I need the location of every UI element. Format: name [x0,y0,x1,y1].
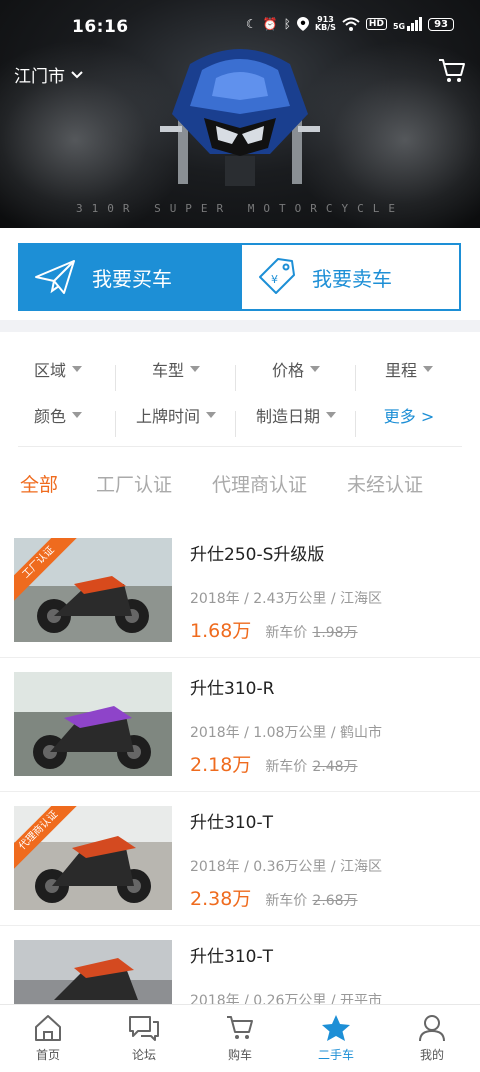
price-row: 2.38万 新车价 2.68万 [190,884,358,911]
triangle-down-icon [310,366,320,372]
divider [18,446,462,447]
price-row: 1.68万 新车价 1.98万 [190,616,358,643]
city-selector[interactable]: 江门市 [14,62,83,87]
more-filters-link[interactable]: 更多 > [356,403,462,427]
cart-icon[interactable] [438,58,466,84]
sell-car-label: 我要卖车 [312,266,392,291]
nav-buy[interactable]: 购车 [192,1005,288,1072]
new-price-value: 2.68万 [312,893,358,909]
nav-profile-label: 我的 [419,1048,444,1062]
triangle-down-icon [326,412,336,418]
tab-dealer-certified[interactable]: 代理商认证 [212,470,307,497]
triangle-down-icon [72,412,83,418]
city-label: 江门市 [14,67,65,87]
certification-tabs: 全部 工厂认证 代理商认证 未经认证 [0,466,480,500]
listing-title: 升仕310-T [190,813,273,833]
nav-buy-label: 购车 [227,1048,252,1062]
cart-icon [227,1016,253,1039]
tab-factory-certified[interactable]: 工厂认证 [96,470,172,497]
triangle-down-icon [190,366,200,372]
listing-price: 1.68万 [190,620,252,642]
nav-profile[interactable]: 我的 [384,1005,480,1072]
buy-sell-panel: 我要买车 ¥ 我要卖车 [18,243,461,311]
section-divider [0,320,480,332]
filter-manufacture-date[interactable]: 制造日期 [236,403,356,437]
price-tag-icon: ¥ [259,258,295,294]
listing-price: 2.18万 [190,754,252,776]
triangle-down-icon [206,412,216,418]
listing-list: 工厂认证 升仕250-S升级版 2018年 / 2.43万公里 / 江海区 1.… [0,524,480,1060]
new-price-label: 新车价 [265,625,308,641]
chevron-down-icon [71,70,83,78]
home-icon [35,1015,61,1041]
nav-used-cars[interactable]: 二手车 [288,1005,384,1072]
filter-type[interactable]: 车型 [116,357,236,391]
wifi-icon [342,17,360,31]
svg-text:¥: ¥ [271,273,278,286]
star-icon [322,1015,350,1041]
nav-used-cars-label: 二手车 [317,1048,354,1062]
triangle-down-icon [423,366,433,372]
filter-row: 颜色 上牌时间 制造日期 更多 > [18,392,462,438]
filter-area[interactable]: 区域 [18,357,116,391]
listing-title: 升仕310-T [190,947,273,967]
battery-indicator: 93 [428,17,454,31]
new-price-label: 新车价 [265,759,308,775]
status-time: 16:16 [72,17,129,37]
moon-icon: ☾ [246,17,257,31]
nav-home[interactable]: 首页 [0,1005,96,1072]
nav-forum[interactable]: 论坛 [96,1005,192,1072]
list-item[interactable]: 代理商认证 升仕310-T 2018年 / 0.36万公里 / 江海区 2.38… [0,792,480,926]
new-price-label: 新车价 [265,893,308,909]
filter-price[interactable]: 价格 [236,357,356,391]
filter-color[interactable]: 颜色 [18,403,116,437]
listing-photo: 代理商认证 [14,806,172,910]
motorcycle-headlight-image [160,49,320,186]
new-price-value: 2.48万 [312,759,358,775]
person-icon [419,1015,445,1042]
filter-panel: 区域 车型 价格 里程 颜色 上牌时间 制造日期 更多 > [18,346,462,447]
buy-car-button[interactable]: 我要买车 [20,245,242,309]
price-row: 2.18万 新车价 2.48万 [190,750,358,777]
filter-registration-date[interactable]: 上牌时间 [116,403,236,437]
listing-price: 2.38万 [190,888,252,910]
status-icons: ☾ ⏰ ᛒ 913 KB/S HD 5G 93 [246,16,454,32]
tab-all[interactable]: 全部 [20,470,58,497]
listing-meta: 2018年 / 1.08万公里 / 鹤山市 [190,725,383,741]
bottom-navigation: 首页 论坛 购车 二手车 我的 [0,1004,480,1072]
filter-mileage[interactable]: 里程 [356,357,462,381]
location-icon [296,17,309,31]
list-item[interactable]: 升仕310-R 2018年 / 1.08万公里 / 鹤山市 2.18万 新车价 … [0,658,480,792]
listing-title: 升仕310-R [190,679,275,699]
listing-meta: 2018年 / 2.43万公里 / 江海区 [190,591,383,607]
buy-car-label: 我要买车 [92,266,172,291]
listing-title: 升仕250-S升级版 [190,545,325,565]
nav-home-label: 首页 [35,1048,60,1062]
chat-icon [129,1016,159,1041]
paper-plane-icon [35,260,75,294]
nav-forum-label: 论坛 [131,1048,156,1062]
hd-badge: HD [365,18,387,30]
listing-meta: 2018年 / 0.36万公里 / 江海区 [190,859,383,875]
filter-row: 区域 车型 价格 里程 [18,346,462,392]
listing-photo: 工厂认证 [14,538,172,642]
listing-photo [14,672,172,776]
network-speed: 913 KB/S [314,15,336,32]
new-price-value: 1.98万 [312,625,358,641]
alarm-icon: ⏰ [262,17,278,31]
signal-icon: 5G [393,17,423,31]
tab-uncertified[interactable]: 未经认证 [347,470,423,497]
triangle-down-icon [72,366,83,372]
list-item[interactable]: 工厂认证 升仕250-S升级版 2018年 / 2.43万公里 / 江海区 1.… [0,524,480,658]
sell-car-button[interactable]: ¥ 我要卖车 [242,245,459,309]
bluetooth-icon: ᛒ [283,17,291,31]
hero-caption: 310R SUPER MOTORCYCLE [75,202,405,215]
status-bar: 16:16 ☾ ⏰ ᛒ 913 KB/S HD 5G 93 [0,0,480,56]
